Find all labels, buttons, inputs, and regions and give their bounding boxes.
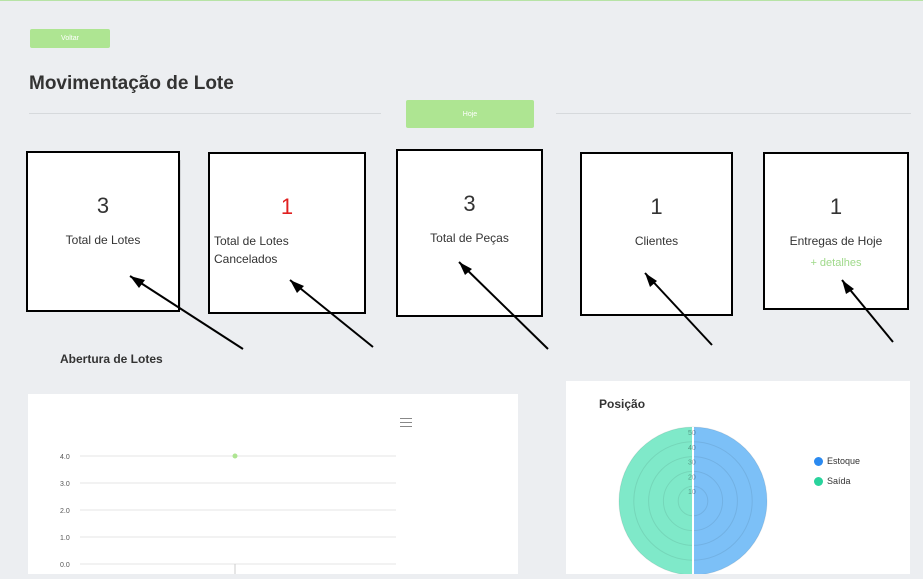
section-title-abertura: Abertura de Lotes	[60, 352, 163, 366]
arrow-1	[129, 275, 244, 350]
arrowhead-2	[290, 280, 304, 293]
arrow-2	[289, 279, 374, 348]
y-tick-label: 0.0	[60, 562, 70, 569]
arrowhead-1	[130, 276, 145, 288]
arrow-4	[644, 272, 713, 346]
radial-tick-label: 50	[688, 430, 696, 437]
arrow-3	[458, 261, 549, 350]
legend-item-estoque[interactable]: Estoque	[814, 456, 860, 466]
hamburger-icon[interactable]	[400, 418, 412, 428]
legend-label: Estoque	[827, 456, 861, 466]
legend-item-saida[interactable]: Saída	[814, 476, 851, 486]
legend-dot-saida	[814, 476, 823, 486]
y-tick-label: 4.0	[60, 454, 70, 461]
line-chart: 4.0 3.0 2.0 1.0 0.0	[60, 453, 396, 574]
chart-panel-abertura: 4.0 3.0 2.0 1.0 0.0	[28, 394, 518, 574]
radial-tick-label: 10	[688, 489, 696, 496]
chart-panel-posicao: Posição 50 40 30 20 10 Estoque Saída	[566, 381, 910, 574]
radial-tick-label: 30	[688, 460, 696, 467]
y-tick-label: 1.0	[60, 535, 70, 542]
y-tick-label: 3.0	[60, 481, 70, 488]
slice-saida[interactable]	[619, 427, 693, 574]
radial-tick-label: 20	[688, 474, 696, 481]
legend-label: Saída	[827, 476, 851, 486]
polar-chart: 50 40 30 20 10	[618, 426, 768, 574]
radial-tick-label: 40	[688, 445, 696, 452]
slice-estoque[interactable]	[693, 427, 767, 574]
y-tick-label: 2.0	[60, 508, 70, 515]
data-point[interactable]	[232, 453, 238, 459]
legend-dot-estoque	[814, 456, 823, 466]
